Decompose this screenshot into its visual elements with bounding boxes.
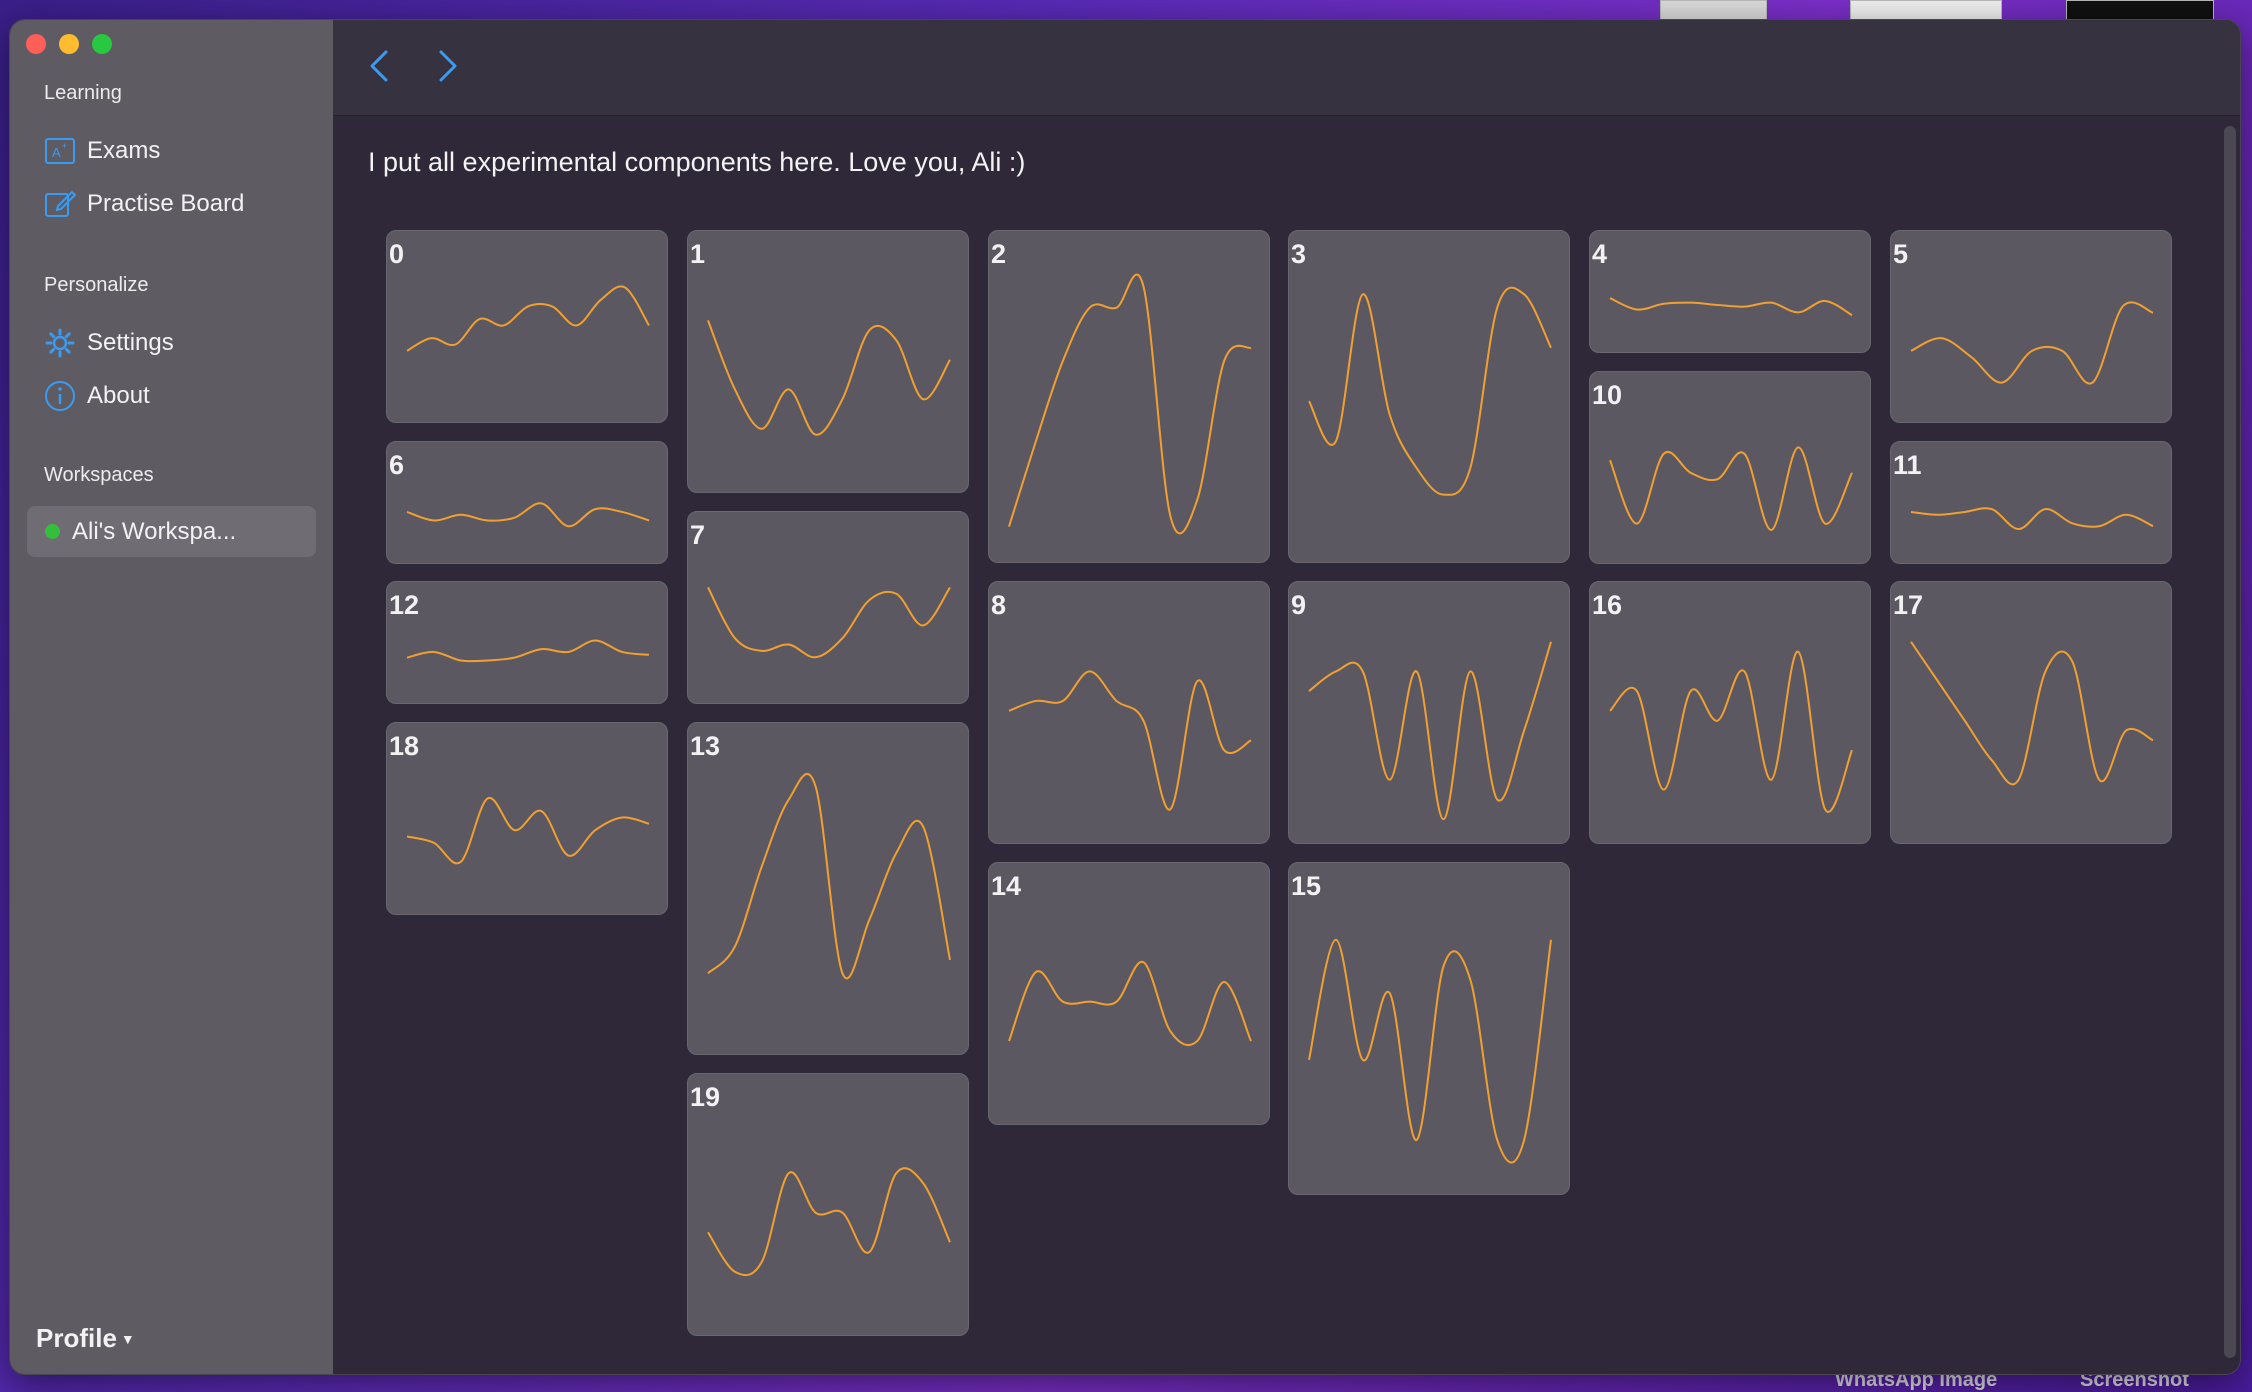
sparkline-curve [406, 285, 650, 352]
component-tile[interactable]: 6 [386, 441, 668, 564]
sparkline-path [1609, 650, 1853, 813]
sparkline-path [1008, 670, 1252, 811]
desktop-thumbnail [1850, 0, 2002, 20]
minimize-window-button[interactable] [59, 34, 79, 54]
sparkline-path [1008, 273, 1252, 535]
sparkline-curve [1910, 301, 2154, 385]
component-tile[interactable]: 14 [988, 862, 1270, 1125]
sparkline-path [1308, 286, 1552, 496]
component-tile[interactable]: 9 [1288, 581, 1570, 844]
forward-button[interactable] [428, 46, 468, 86]
desktop-thumbnail [1660, 0, 1767, 20]
close-window-button[interactable] [26, 34, 46, 54]
sparkline-curve [707, 772, 951, 980]
sparkline-path [1910, 507, 2154, 531]
component-tile[interactable]: 13 [687, 722, 969, 1055]
sidebar-item-workspace[interactable]: Ali's Workspa... [27, 506, 316, 557]
sparkline-path [1308, 938, 1552, 1164]
sidebar-item-about[interactable]: About [43, 376, 150, 416]
profile-label: Profile [36, 1323, 117, 1353]
info-icon [43, 379, 77, 413]
component-tile[interactable]: 2 [988, 230, 1270, 563]
component-tile[interactable]: 0 [386, 230, 668, 423]
sparkline-curve [406, 797, 650, 865]
sparkline-curve [707, 586, 951, 659]
chevron-right-icon [439, 50, 457, 82]
component-tile[interactable]: 4 [1589, 230, 1871, 353]
sparkline-path [406, 502, 650, 528]
sparkline-path [1910, 641, 2154, 786]
sparkline-path [406, 797, 650, 865]
sparkline-curve [406, 639, 650, 663]
component-tile[interactable]: 11 [1890, 441, 2172, 564]
intro-text: I put all experimental components here. … [368, 147, 1026, 177]
main-content: I put all experimental components here. … [333, 20, 2240, 1374]
component-tile[interactable]: 5 [1890, 230, 2172, 423]
scrollbar[interactable] [2224, 126, 2236, 1358]
sparkline-curve [1008, 670, 1252, 811]
sparkline-path [1308, 641, 1552, 821]
component-tile[interactable]: 1 [687, 230, 969, 493]
svg-text:+: + [62, 141, 67, 151]
zoom-window-button[interactable] [92, 34, 112, 54]
sparkline-path [707, 1167, 951, 1277]
desktop-thumbnail [2066, 0, 2214, 20]
chevron-left-icon [370, 50, 388, 82]
sidebar-item-label: About [87, 382, 150, 409]
sparkline-path [406, 639, 650, 663]
component-tile[interactable]: 12 [386, 581, 668, 704]
component-tile[interactable]: 17 [1890, 581, 2172, 844]
sidebar-section-personalize: Personalize [44, 274, 149, 296]
svg-text:A: A [52, 145, 61, 160]
component-tile[interactable]: 8 [988, 581, 1270, 844]
component-tile[interactable]: 7 [687, 511, 969, 704]
component-tile[interactable]: 16 [1589, 581, 1871, 844]
sparkline-path [1609, 446, 1853, 531]
sparkline-curve [1609, 297, 1853, 317]
sparkline-path [1609, 297, 1853, 317]
sidebar: Learning A + Exams Practise Board Persona… [10, 20, 333, 1374]
sparkline-curve [1308, 641, 1552, 821]
sparkline-curve [1609, 446, 1853, 531]
component-tile[interactable]: 18 [386, 722, 668, 915]
component-tile[interactable]: 10 [1589, 371, 1871, 564]
component-tile[interactable]: 19 [687, 1073, 969, 1336]
app-window: Learning A + Exams Practise Board Persona… [9, 19, 2241, 1375]
sidebar-item-label: Exams [87, 137, 161, 164]
status-dot [45, 524, 60, 539]
sparkline-curve [1308, 286, 1552, 496]
sparkline-curve [406, 502, 650, 528]
edit-icon [43, 187, 77, 221]
sparkline-path [707, 320, 951, 436]
sidebar-item-label: Ali's Workspa... [72, 517, 237, 545]
component-tile[interactable]: 3 [1288, 230, 1570, 563]
back-button[interactable] [359, 46, 399, 86]
sidebar-item-exams[interactable]: A + Exams [43, 131, 160, 171]
sidebar-item-settings[interactable]: Settings [43, 323, 174, 363]
sparkline-curve [1609, 650, 1853, 813]
gear-icon [43, 326, 77, 360]
sparkline-curve [1008, 961, 1252, 1047]
sparkline-path [707, 586, 951, 659]
exam-icon: A + [43, 134, 77, 168]
component-tile[interactable]: 15 [1288, 862, 1570, 1195]
profile-menu-button[interactable]: Profile ▼ [36, 1323, 135, 1354]
sidebar-section-learning: Learning [44, 82, 122, 104]
sidebar-item-label: Practise Board [87, 190, 245, 217]
sidebar-section-workspaces: Workspaces [44, 464, 154, 486]
sidebar-item-practise-board[interactable]: Practise Board [43, 184, 244, 224]
sparkline-curve [707, 320, 951, 436]
sparkline-curve [1308, 938, 1552, 1164]
chevron-down-icon: ▼ [120, 1330, 135, 1347]
sparkline-path [1910, 301, 2154, 385]
sparkline-path [1008, 961, 1252, 1047]
sparkline-curve [1910, 641, 2154, 786]
sparkline-curve [707, 1167, 951, 1277]
sparkline-path [406, 285, 650, 352]
toolbar [333, 20, 2240, 116]
sparkline-curve [1008, 273, 1252, 535]
sparkline-path [707, 772, 951, 980]
sidebar-item-label: Settings [87, 329, 174, 356]
sparkline-curve [1910, 507, 2154, 531]
